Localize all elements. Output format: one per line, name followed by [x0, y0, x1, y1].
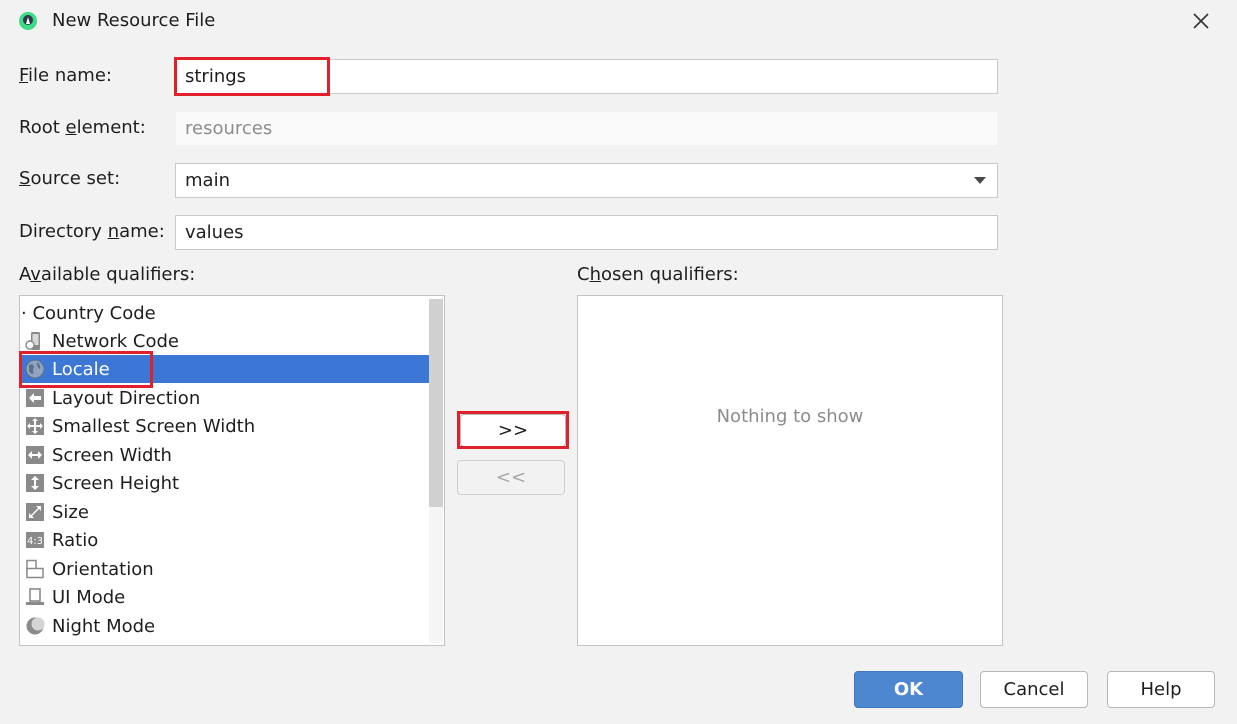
ok-label: OK: [893, 679, 924, 700]
list-item-label: Size: [52, 501, 89, 523]
ratio-icon: 4:3: [26, 532, 44, 548]
diagonal-resize-icon: [26, 503, 44, 521]
file-name-value: strings: [185, 66, 247, 87]
help-button[interactable]: Help: [1107, 671, 1215, 708]
network-code-icon: [25, 332, 40, 350]
file-name-label: File name:: [19, 65, 112, 86]
list-item-screen-width[interactable]: Screen Width: [20, 441, 443, 469]
directory-name-label: Directory name:: [19, 221, 165, 242]
cancel-button[interactable]: Cancel: [980, 671, 1088, 708]
arrow-left-icon: [26, 389, 44, 407]
list-item-ratio[interactable]: 4:3 Ratio: [20, 526, 443, 554]
remove-qualifier-button[interactable]: <<: [457, 460, 565, 495]
source-set-value: main: [185, 170, 230, 191]
chosen-qualifiers-list[interactable]: [577, 295, 1003, 646]
expand-arrows-icon: [26, 417, 44, 435]
list-item-label: Orientation: [52, 558, 154, 580]
available-qualifiers-list[interactable]: · Country Code Network Code Locale Layou…: [19, 295, 445, 646]
close-icon: [1193, 13, 1209, 29]
list-item-ui-mode[interactable]: UI Mode: [20, 583, 443, 611]
directory-name-input[interactable]: values: [175, 215, 998, 250]
list-item-night-mode[interactable]: Night Mode: [20, 612, 443, 640]
window-title: New Resource File: [52, 10, 216, 31]
moon-icon: [26, 617, 45, 635]
chosen-qualifiers-label: Chosen qualifiers:: [577, 264, 739, 285]
list-item-label: · Country Code: [21, 302, 156, 324]
list-item-label: Screen Width: [52, 444, 172, 466]
ok-button[interactable]: OK: [854, 671, 963, 708]
list-item-country-code[interactable]: · Country Code: [20, 299, 443, 327]
list-item-layout-direction[interactable]: Layout Direction: [20, 384, 443, 412]
list-item-size[interactable]: Size: [20, 498, 443, 526]
list-item-label: UI Mode: [52, 586, 126, 608]
list-item-label: Layout Direction: [52, 387, 201, 409]
vertical-arrows-icon: [26, 474, 44, 492]
cancel-label: Cancel: [1003, 679, 1065, 700]
orientation-icon: [26, 559, 44, 579]
list-item-label: Night Mode: [52, 615, 156, 637]
root-element-input: resources: [175, 111, 998, 146]
available-qualifiers-label: Available qualifiers:: [19, 264, 196, 285]
list-item-label: Ratio: [52, 529, 99, 551]
android-studio-icon: [18, 11, 38, 31]
list-item-label: Screen Height: [52, 472, 180, 494]
horizontal-arrows-icon: [26, 446, 44, 464]
list-item-label: Network Code: [52, 330, 179, 352]
add-qualifier-button[interactable]: >>: [460, 414, 566, 447]
list-item-locale[interactable]: Locale: [20, 355, 443, 383]
chevron-down-icon: [974, 177, 986, 184]
globe-icon: [25, 359, 45, 379]
root-element-label: Root element:: [19, 117, 146, 138]
list-item-label: Locale: [52, 358, 110, 380]
svg-text:4:3: 4:3: [27, 536, 43, 547]
list-item-network-code[interactable]: Network Code: [20, 327, 443, 355]
source-set-select[interactable]: main: [175, 163, 998, 198]
help-label: Help: [1140, 679, 1182, 700]
list-item-screen-height[interactable]: Screen Height: [20, 469, 443, 497]
list-item-smallest-screen-width[interactable]: Smallest Screen Width: [20, 412, 443, 440]
list-item-orientation[interactable]: Orientation: [20, 555, 443, 583]
source-set-label: Source set:: [19, 168, 121, 189]
file-name-input[interactable]: strings: [175, 59, 998, 94]
add-qualifier-label: >>: [497, 420, 529, 441]
root-element-placeholder: resources: [185, 118, 273, 139]
list-scrollbar-thumb[interactable]: [429, 299, 443, 507]
remove-qualifier-label: <<: [495, 467, 527, 488]
close-button[interactable]: [1184, 6, 1218, 36]
empty-list-message: Nothing to show: [716, 406, 864, 427]
directory-name-value: values: [185, 222, 244, 243]
ui-mode-icon: [26, 588, 44, 605]
list-item-label: Smallest Screen Width: [52, 415, 256, 437]
